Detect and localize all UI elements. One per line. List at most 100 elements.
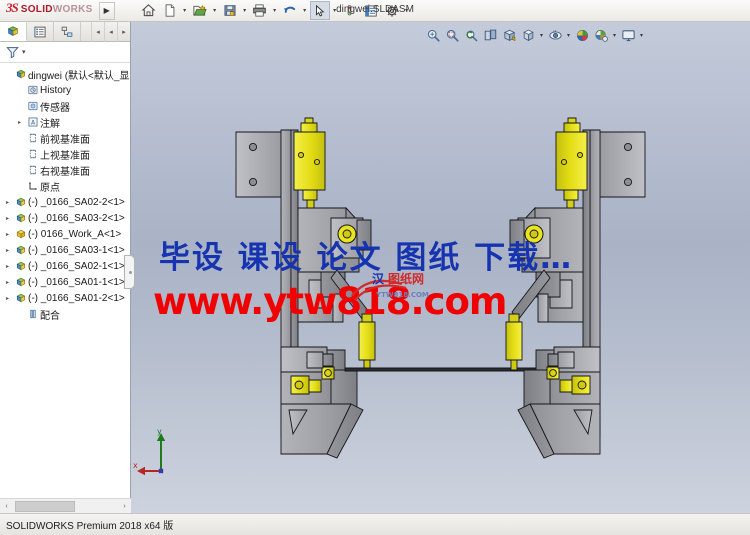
feature-tree-item-label: (-) _0166_SA02-1<1> xyxy=(28,260,125,272)
solidworks-logo-mark: 3S xyxy=(6,0,19,15)
rebuild-icon[interactable] xyxy=(340,1,360,20)
tree-expander-icon[interactable]: ▸ xyxy=(14,119,25,126)
plane-icon xyxy=(25,164,40,176)
display-style-caret[interactable]: ▾ xyxy=(538,26,545,44)
feature-tree-item-label: dingwei (默认<默认_显示 xyxy=(28,70,130,82)
tree-expander-icon[interactable]: ▸ xyxy=(2,279,13,286)
feature-tree-item-label: (-) _0166_SA03-1<1> xyxy=(28,244,125,256)
hide-show-items-caret[interactable]: ▾ xyxy=(565,26,572,44)
feature-tree-item[interactable]: ▸ (-) _0166_SA02-1<1> xyxy=(0,258,130,274)
component-icon xyxy=(13,292,28,304)
feature-manager-nav-buttons: ◂ ◂ ▸ xyxy=(91,21,130,42)
property-manager-tab[interactable] xyxy=(27,22,54,41)
tree-expander-icon[interactable]: ▸ xyxy=(2,199,13,206)
zoom-to-area-icon[interactable] xyxy=(443,26,461,44)
hscroll-right-arrow[interactable]: › xyxy=(118,503,131,510)
print-icon[interactable] xyxy=(250,1,270,20)
sensor-icon xyxy=(25,100,40,112)
home-icon[interactable] xyxy=(139,1,159,20)
tree-expander-icon[interactable]: ▸ xyxy=(2,295,13,302)
feature-tree-item[interactable]: 右视基准面 xyxy=(0,162,130,178)
feature-tree-item-label: 右视基准面 xyxy=(40,166,90,178)
hscroll-track[interactable] xyxy=(13,500,118,512)
view-orientation-icon[interactable] xyxy=(500,26,518,44)
print-dropdown-caret[interactable]: ▾ xyxy=(271,1,279,20)
axis-y-label: y xyxy=(157,427,162,436)
nav-prev-button[interactable]: ◂ xyxy=(104,21,117,42)
feature-tree-filter-row[interactable]: ▾ xyxy=(0,42,130,63)
viewport-icon[interactable] xyxy=(619,26,637,44)
panel-splitter-handle[interactable] xyxy=(124,255,135,289)
feature-tree-item[interactable]: 前视基准面 xyxy=(0,130,130,146)
tree-expander-icon[interactable]: ▸ xyxy=(2,231,13,238)
feature-tree-item[interactable]: ▸ (-) _0166_SA02-2<1> xyxy=(0,194,130,210)
display-style-icon[interactable] xyxy=(519,26,537,44)
save-icon[interactable] xyxy=(220,1,240,20)
component-icon xyxy=(13,212,28,224)
history-icon xyxy=(25,84,40,96)
tree-expander-icon[interactable]: ▸ xyxy=(2,215,13,222)
viewport-caret[interactable]: ▾ xyxy=(638,26,645,44)
feature-tree-item[interactable]: ▸ (-) _0166_SA03-2<1> xyxy=(0,210,130,226)
save-dropdown-caret[interactable]: ▾ xyxy=(241,1,249,20)
hscroll-thumb[interactable] xyxy=(15,500,75,512)
feature-tree-item[interactable]: ▸ (-) _0166_SA01-1<1> xyxy=(0,274,130,290)
nav-next-button[interactable]: ▸ xyxy=(117,21,130,42)
feature-tree-item[interactable]: ▸ (-) 0166_Work_A<1> xyxy=(0,226,130,242)
component-icon xyxy=(13,276,28,288)
nav-first-button[interactable]: ◂ xyxy=(91,21,104,42)
feature-tree-item[interactable]: 配合 xyxy=(0,306,130,322)
select-cursor-icon[interactable] xyxy=(309,1,330,20)
feature-tree-item[interactable]: 上视基准面 xyxy=(0,146,130,162)
feature-tree-item[interactable]: ▸ (-) _0166_SA01-2<1> xyxy=(0,290,130,306)
origin-icon xyxy=(25,180,40,192)
feature-manager-tab-strip: ◂ ◂ ▸ xyxy=(0,21,130,42)
coordinate-triad: x y xyxy=(131,425,187,481)
tree-expander-icon[interactable]: ▸ xyxy=(2,263,13,270)
annotation-icon: A xyxy=(25,116,40,128)
feature-tree-hscrollbar[interactable]: ‹ › xyxy=(0,498,131,513)
assembly-model[interactable] xyxy=(131,22,750,513)
feature-manager-tab[interactable] xyxy=(0,22,27,41)
previous-view-icon[interactable] xyxy=(462,26,480,44)
graphics-viewport[interactable]: ▾ ▾ ▾ ▾ 毕设 课设 论文 图纸 下载… www.ytw818.com 汉… xyxy=(131,22,750,513)
feature-tree-item-label: (-) _0166_SA01-2<1> xyxy=(28,292,125,304)
filter-funnel-icon xyxy=(6,47,19,59)
tree-expander-icon[interactable]: ▸ xyxy=(2,247,13,254)
hide-show-items-icon[interactable] xyxy=(546,26,564,44)
apply-scene-caret[interactable]: ▾ xyxy=(611,26,618,44)
open-document-dropdown-caret[interactable]: ▾ xyxy=(211,1,219,20)
select-dropdown-caret[interactable]: ▾ xyxy=(331,1,339,20)
edit-appearance-icon[interactable] xyxy=(573,26,591,44)
apply-scene-icon[interactable] xyxy=(592,26,610,44)
feature-tree-item-label: (-) _0166_SA02-2<1> xyxy=(28,196,125,208)
feature-tree[interactable]: dingwei (默认<默认_显示 History 传感器 ▸ A 注解 前视基准面上视基准… xyxy=(0,64,130,490)
open-document-icon[interactable] xyxy=(190,1,210,20)
new-document-icon[interactable] xyxy=(160,1,180,20)
zoom-to-fit-icon[interactable] xyxy=(424,26,442,44)
feature-tree-item[interactable]: History xyxy=(0,82,130,98)
menu-expand-button[interactable]: ▶ xyxy=(98,1,115,20)
section-view-icon[interactable] xyxy=(481,26,499,44)
axis-x-label: x xyxy=(133,461,138,470)
feature-tree-item[interactable]: ▸ (-) _0166_SA03-1<1> xyxy=(0,242,130,258)
feature-tree-item[interactable]: 传感器 xyxy=(0,98,130,114)
component-icon xyxy=(13,260,28,272)
undo-dropdown-caret[interactable]: ▾ xyxy=(301,1,309,20)
solidworks-logo[interactable]: 3S SOLIDWORKS xyxy=(0,0,93,22)
feature-tree-item[interactable]: 原点 xyxy=(0,178,130,194)
options-list-icon[interactable] xyxy=(361,1,381,20)
plane-icon xyxy=(25,148,40,160)
configuration-manager-tab[interactable] xyxy=(54,22,81,41)
undo-icon[interactable] xyxy=(280,1,300,20)
options-dropdown-caret[interactable]: ▾ xyxy=(403,1,411,20)
hscroll-left-arrow[interactable]: ‹ xyxy=(0,503,13,510)
assembly-icon xyxy=(13,68,28,80)
settings-gear-icon[interactable] xyxy=(382,1,402,20)
feature-tree-item-label: 配合 xyxy=(40,310,60,322)
feature-tree-item-label: 上视基准面 xyxy=(40,150,90,162)
feature-tree-item[interactable]: ▸ A 注解 xyxy=(0,114,130,130)
new-document-dropdown-caret[interactable]: ▾ xyxy=(181,1,189,20)
filter-dropdown-caret[interactable]: ▾ xyxy=(22,48,26,56)
feature-tree-item[interactable]: dingwei (默认<默认_显示 xyxy=(0,66,130,82)
